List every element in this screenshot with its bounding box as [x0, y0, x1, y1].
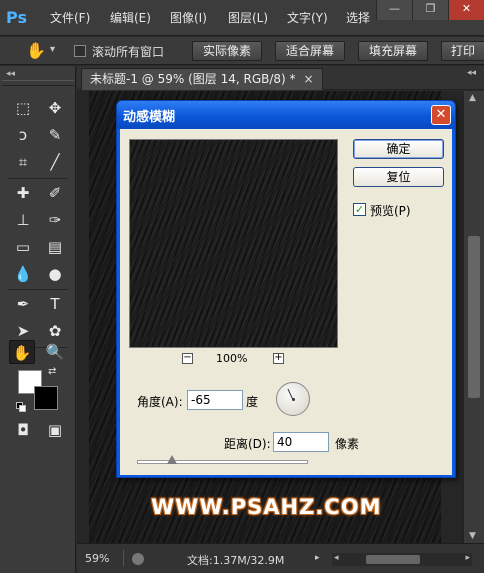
- distance-unit-label: 像素: [335, 437, 360, 451]
- scroll-all-windows-label: 滚动所有窗口: [92, 45, 165, 59]
- scroll-down-icon[interactable]: ▼: [469, 531, 476, 541]
- scroll-left-icon[interactable]: ◂: [334, 553, 339, 563]
- angle-label: 角度(A):: [137, 395, 183, 409]
- motion-blur-dialog: 动感模糊 ✕ − 100% + 确定 复位 ✓ 预览(P) 角度(A): -65…: [116, 100, 456, 478]
- restore-button[interactable]: ❐: [412, 0, 448, 20]
- eraser-tool-icon[interactable]: ▭: [10, 235, 36, 259]
- window-controls: — ❐ ✕: [376, 0, 484, 20]
- distance-slider-thumb[interactable]: [167, 455, 178, 465]
- scroll-all-windows-checkbox[interactable]: [74, 45, 86, 57]
- menu-bar: Ps 文件(F) 编辑(E) 图像(I) 图层(L) 文字(Y) 选择 — ❐ …: [0, 0, 484, 36]
- quick-selection-tool-icon[interactable]: ✎: [42, 123, 68, 147]
- menu-select[interactable]: 选择: [346, 9, 370, 26]
- watermark-text: WWW.PSAHZ.COM: [151, 495, 382, 519]
- quick-mask-icon[interactable]: ◘: [10, 418, 36, 442]
- clone-stamp-tool-icon[interactable]: ⊥: [10, 208, 36, 232]
- menu-image[interactable]: 图像(I): [170, 9, 207, 26]
- zoom-tool-icon[interactable]: 🔍: [42, 340, 68, 364]
- horizontal-scroll-thumb[interactable]: [366, 555, 420, 564]
- fit-screen-button[interactable]: 适合屏幕: [275, 41, 345, 61]
- lasso-tool-icon[interactable]: ↄ: [10, 123, 36, 147]
- dialog-titlebar[interactable]: 动感模糊 ✕: [117, 101, 455, 129]
- blur-tool-icon[interactable]: 💧: [10, 262, 36, 286]
- background-color-swatch[interactable]: [34, 386, 58, 410]
- preview-zoom-in-button[interactable]: +: [273, 353, 284, 364]
- reset-button[interactable]: 复位: [353, 167, 444, 187]
- horizontal-scrollbar[interactable]: ◂ ▸: [332, 553, 472, 566]
- history-brush-tool-icon[interactable]: ✑: [42, 208, 68, 232]
- preview-zoom-out-button[interactable]: −: [182, 353, 193, 364]
- close-tab-icon[interactable]: ×: [304, 72, 314, 86]
- toolbar-divider: [8, 289, 68, 290]
- angle-dial-center: [292, 398, 295, 401]
- dodge-tool-icon[interactable]: ●: [42, 262, 68, 286]
- gradient-tool-icon[interactable]: ▤: [42, 235, 68, 259]
- menu-edit[interactable]: 编辑(E): [110, 9, 151, 26]
- hand-tool-icon[interactable]: ✋: [26, 41, 46, 61]
- close-window-button[interactable]: ✕: [448, 0, 484, 20]
- actual-pixels-button[interactable]: 实际像素: [192, 41, 262, 61]
- type-tool-icon[interactable]: T: [42, 292, 68, 316]
- dialog-title: 动感模糊: [123, 110, 176, 125]
- vertical-scrollbar[interactable]: ▲ ▼: [463, 91, 484, 543]
- toolbar-grip[interactable]: [2, 80, 74, 86]
- options-bar: ✋ ▾ 滚动所有窗口 实际像素 适合屏幕 填充屏幕 打印: [0, 37, 484, 65]
- preview-checkbox[interactable]: ✓: [353, 203, 366, 216]
- scroll-up-icon[interactable]: ▲: [469, 93, 476, 103]
- zoom-level[interactable]: 59%: [85, 552, 109, 565]
- healing-brush-tool-icon[interactable]: ✚: [10, 181, 36, 205]
- document-size-info: 文档:1.37M/32.9M: [187, 554, 285, 567]
- tools-panel: ◂◂ ⬚ ✥ ↄ ✎ ⌗ ╱ ✚ ✐ ⊥ ✑ ▭ ▤ 💧 ● ✒ T ➤ ✿ ✋…: [0, 66, 76, 573]
- distance-slider[interactable]: [137, 460, 308, 464]
- app-logo: Ps: [6, 8, 27, 27]
- hand-tool-icon[interactable]: ✋: [9, 340, 35, 364]
- default-colors-icon[interactable]: [16, 402, 26, 412]
- angle-input[interactable]: -65: [187, 390, 243, 410]
- status-bar: 59% 文档:1.37M/32.9M ▸ ◂ ▸: [77, 543, 484, 573]
- vertical-scroll-thumb[interactable]: [468, 236, 480, 398]
- filter-preview[interactable]: [129, 139, 338, 348]
- toolbar-divider: [8, 178, 68, 179]
- collapse-toolbar-icon[interactable]: ◂◂: [6, 69, 15, 79]
- collapse-panels-icon[interactable]: ◂◂: [467, 68, 476, 78]
- menu-layer[interactable]: 图层(L): [228, 9, 268, 26]
- scroll-right-icon[interactable]: ▸: [465, 553, 470, 563]
- distance-label: 距离(D):: [224, 437, 271, 451]
- dialog-close-button[interactable]: ✕: [431, 105, 451, 125]
- status-divider: [123, 550, 124, 566]
- fill-screen-button[interactable]: 填充屏幕: [358, 41, 428, 61]
- swap-colors-icon[interactable]: ⇄: [48, 366, 56, 377]
- photoshop-window: Ps 文件(F) 编辑(E) 图像(I) 图层(L) 文字(Y) 选择 — ❐ …: [0, 0, 484, 573]
- angle-dial[interactable]: [276, 382, 310, 416]
- move-tool-icon[interactable]: ✥: [42, 96, 68, 120]
- status-menu-arrow-icon[interactable]: ▸: [315, 553, 320, 563]
- document-tab-bar: 未标题-1 @ 59% (图层 14, RGB/8) * × ◂◂: [77, 66, 484, 90]
- angle-unit-label: 度: [246, 395, 259, 409]
- pen-tool-icon[interactable]: ✒: [10, 292, 36, 316]
- minimize-button[interactable]: —: [376, 0, 412, 20]
- document-tab-title: 未标题-1 @ 59% (图层 14, RGB/8) *: [90, 72, 296, 86]
- marquee-tool-icon[interactable]: ⬚: [10, 96, 36, 120]
- print-size-button[interactable]: 打印: [441, 41, 484, 61]
- document-tab[interactable]: 未标题-1 @ 59% (图层 14, RGB/8) * ×: [81, 68, 323, 90]
- menu-type[interactable]: 文字(Y): [287, 9, 328, 26]
- preview-zoom-level: 100%: [216, 352, 248, 365]
- ok-button[interactable]: 确定: [353, 139, 444, 159]
- status-info-icon[interactable]: [132, 553, 144, 565]
- dialog-body: − 100% + 确定 复位 ✓ 预览(P) 角度(A): -65 度 距离(D…: [120, 129, 452, 475]
- crop-tool-icon[interactable]: ⌗: [10, 150, 36, 174]
- menu-file[interactable]: 文件(F): [50, 9, 90, 26]
- distance-input[interactable]: 40: [273, 432, 329, 452]
- brush-tool-icon[interactable]: ✐: [42, 181, 68, 205]
- eyedropper-tool-icon[interactable]: ╱: [42, 150, 68, 174]
- tool-preset-dropdown-icon[interactable]: ▾: [50, 44, 55, 55]
- screen-mode-icon[interactable]: ▣: [42, 418, 68, 442]
- preview-checkbox-label: 预览(P): [370, 204, 411, 218]
